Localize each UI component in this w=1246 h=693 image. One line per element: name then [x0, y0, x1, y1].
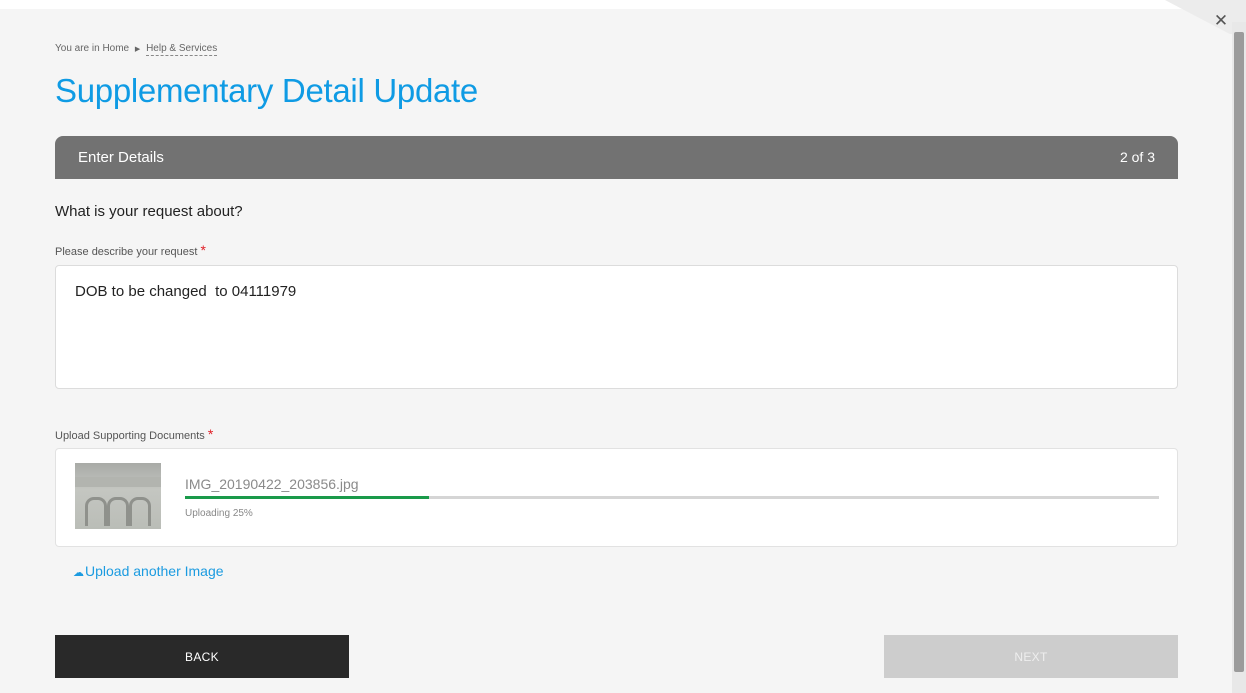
upload-item: IMG_20190422_203856.jpg Uploading 25%	[55, 448, 1178, 547]
page-title: Supplementary Detail Update	[55, 72, 478, 109]
close-icon[interactable]: ✕	[1210, 10, 1232, 32]
upload-label-text: Upload Supporting Documents	[55, 430, 205, 442]
upload-another-label: Upload another Image	[85, 563, 224, 579]
cloud-upload-icon: ☁	[73, 567, 84, 579]
breadcrumb: You are in Home ▶ Help & Services	[55, 43, 218, 56]
required-marker: *	[207, 426, 214, 442]
scrollbar-thumb[interactable]	[1234, 32, 1244, 672]
next-button[interactable]: NEXT	[884, 635, 1178, 678]
step-title: Enter Details	[78, 149, 164, 166]
required-marker: *	[200, 242, 206, 258]
file-thumbnail	[75, 463, 161, 529]
breadcrumb-prefix: You are in Home	[55, 43, 130, 54]
breadcrumb-link-help-services[interactable]: Help & Services	[146, 43, 218, 56]
upload-another-image-link[interactable]: ☁Upload another Image	[73, 563, 224, 579]
step-header: Enter Details 2 of 3	[55, 136, 1178, 179]
request-label: Please describe your request *	[55, 242, 206, 258]
request-textarea[interactable]: DOB to be changed to 04111979	[55, 265, 1178, 389]
step-counter: 2 of 3	[1119, 149, 1155, 165]
request-textarea-value: DOB to be changed to 04111979	[75, 283, 297, 300]
scrollbar[interactable]	[1232, 22, 1246, 693]
upload-status: Uploading 25%	[185, 508, 253, 519]
request-label-text: Please describe your request	[55, 246, 198, 258]
back-button[interactable]: BACK	[55, 635, 349, 678]
upload-progress-fill	[185, 496, 429, 499]
request-question: What is your request about?	[55, 203, 243, 220]
triangle-right-icon: ▶	[134, 46, 141, 53]
upload-progress-bar	[185, 496, 1159, 499]
file-name: IMG_20190422_203856.jpg	[185, 476, 359, 492]
upload-label: Upload Supporting Documents *	[55, 426, 213, 442]
